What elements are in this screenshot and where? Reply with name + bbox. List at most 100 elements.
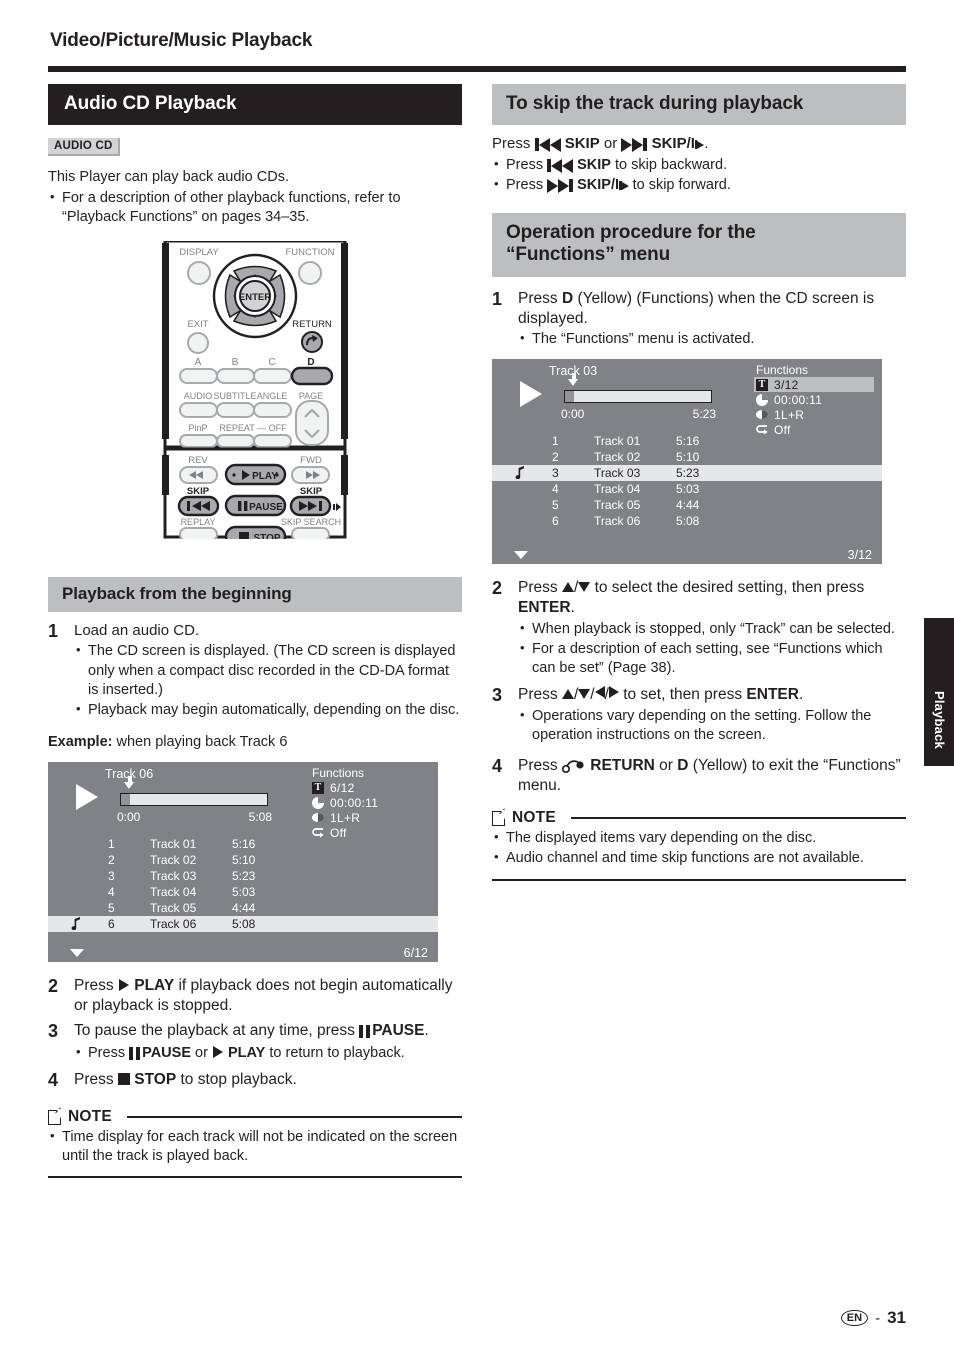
pause-icon: [129, 1045, 142, 1064]
button-label-enter: ENTER: [746, 686, 799, 704]
intro-bullet-list: For a description of other playback func…: [48, 188, 462, 227]
arrow-down-icon: [578, 582, 591, 593]
track-counter: 6/12: [403, 946, 428, 961]
track-row[interactable]: 5 Track 05 4:44: [492, 497, 882, 513]
subsection-title-playback-from-beginning: Playback from the beginning: [48, 577, 462, 613]
step-text-pre: To pause the playback at any time, press: [74, 1022, 355, 1040]
step-text-post: .: [424, 1022, 429, 1040]
track-row[interactable]: 5 Track 05 4:44: [48, 900, 438, 916]
track-number: 6: [108, 917, 115, 932]
pause-icon: [359, 1022, 372, 1042]
track-number: 5: [108, 901, 115, 916]
svg-text:C: C: [268, 357, 275, 368]
step-2: 2 Press / to select the desired setting,…: [492, 578, 906, 678]
track-row[interactable]: 1 Track 01 5:16: [492, 433, 882, 449]
function-row-track[interactable]: T 6/12: [310, 780, 430, 795]
list-item: The displayed items vary depending on th…: [492, 828, 906, 848]
step-text-or: or: [659, 756, 673, 774]
track-title: Track 01: [150, 837, 197, 852]
list-item: The “Functions” menu is activated.: [518, 329, 906, 349]
track-row-selected[interactable]: 6 Track 06 5:08: [48, 916, 438, 933]
step-text-mid: to select the desired setting, then pres…: [594, 579, 865, 597]
position-marker-arrow-icon: [568, 379, 578, 387]
elapsed-time: 0:00: [561, 407, 585, 422]
list-item: For a description of each setting, see “…: [518, 639, 906, 678]
audio-icon: [312, 813, 330, 823]
track-icon: T: [756, 378, 774, 391]
page-icon: [492, 810, 506, 826]
step-bullet-list: The CD screen is displayed. (The CD scre…: [74, 641, 462, 720]
button-label-stop: STOP: [134, 1071, 177, 1089]
list-item: Press SKIP/I to skip forward.: [492, 175, 906, 196]
track-row-selected[interactable]: 3 Track 03 5:23: [492, 465, 882, 482]
step-content: Load an audio CD. The CD screen is displ…: [74, 621, 462, 720]
step-3: 3 Press /// to set, then press ENTER. Op…: [492, 685, 906, 745]
audio-icon: [756, 410, 774, 420]
note-block: NOTE Time display for each track will no…: [48, 1108, 462, 1179]
track-duration: 5:10: [232, 853, 256, 868]
list-item: The CD screen is displayed. (The CD scre…: [74, 641, 462, 699]
track-row[interactable]: 2 Track 02 5:10: [48, 852, 438, 868]
step-text-post: .: [570, 599, 575, 616]
track-duration: 5:08: [676, 514, 700, 529]
svg-text:SKIP SEARCH: SKIP SEARCH: [281, 517, 341, 527]
track-title: Track 03: [150, 869, 197, 884]
progress-bar[interactable]: [120, 793, 268, 807]
badge-row: AUDIO CD: [48, 136, 462, 156]
function-value: 3/12: [774, 377, 799, 392]
step-number: 4: [492, 755, 503, 776]
step-text-line: Press / to select the desired setting, t…: [518, 579, 865, 616]
track-row[interactable]: 6 Track 06 5:08: [492, 513, 882, 529]
skip-bullet-list: Press SKIP to skip backward. Press SKIP/…: [492, 155, 906, 196]
header-divider: [48, 66, 906, 72]
function-row-time[interactable]: 00:00:11: [310, 795, 430, 810]
scroll-down-icon[interactable]: [514, 551, 528, 560]
step-number: 3: [48, 1021, 59, 1042]
track-row[interactable]: 1 Track 01 5:16: [48, 836, 438, 852]
step-1: 1 Load an audio CD. The CD screen is dis…: [48, 621, 462, 720]
step-number: 2: [48, 976, 59, 997]
total-time: 5:23: [692, 407, 716, 422]
function-value: 1: [774, 407, 781, 422]
button-label-skip: SKIP: [577, 156, 611, 173]
function-value-channel: L+R: [336, 810, 361, 825]
track-counter: 3/12: [847, 548, 872, 563]
step-content: Press /// to set, then press ENTER. Oper…: [518, 685, 906, 745]
skip-forward-icon: [547, 177, 574, 196]
svg-text:PLAY: PLAY: [252, 471, 278, 482]
cd-screen-mock-right: Track 03 0:00 5:23 Functions T 3/12 00:0…: [492, 359, 882, 565]
track-row[interactable]: 2 Track 02 5:10: [492, 449, 882, 465]
svg-text:REPEAT — OFF: REPEAT — OFF: [219, 423, 287, 433]
function-row-time[interactable]: 00:00:11: [754, 392, 874, 407]
progress-knob[interactable]: [121, 794, 130, 806]
track-row[interactable]: 4 Track 04 5:03: [492, 481, 882, 497]
skip-lead-line: Press SKIP or SKIP/I.: [492, 134, 906, 155]
track-row[interactable]: 3 Track 03 5:23: [48, 868, 438, 884]
step-1: 1 Press D (Yellow) (Functions) when the …: [492, 289, 906, 349]
function-row-audio[interactable]: 1 L+R: [310, 810, 430, 825]
step-text-pre: Press: [74, 977, 114, 995]
progress-knob[interactable]: [565, 391, 574, 403]
example-text: when playing back Track 6: [116, 733, 288, 750]
track-number: 6: [552, 514, 559, 529]
function-row-track-selected[interactable]: T 3/12: [754, 377, 874, 393]
lead-text-pre: Press: [492, 135, 531, 152]
function-row-audio[interactable]: 1 L+R: [754, 407, 874, 422]
track-duration: 4:44: [232, 901, 256, 916]
track-duration: 5:08: [232, 917, 256, 932]
svg-text:D: D: [307, 357, 314, 368]
track-title: Track 05: [150, 901, 197, 916]
footer-dash: -: [875, 1309, 881, 1327]
scroll-down-icon[interactable]: [70, 949, 84, 958]
track-row[interactable]: 4 Track 04 5:03: [48, 884, 438, 900]
intro-paragraph: This Player can play back audio CDs.: [48, 169, 289, 185]
step-text-post: to stop playback.: [180, 1071, 297, 1089]
button-label-play: PLAY: [228, 1045, 266, 1062]
note-label: NOTE: [512, 809, 556, 827]
subsection-title-functions-menu: Operation procedure for the “Functions” …: [492, 213, 906, 277]
manual-page: Video/Picture/Music Playback Audio CD Pl…: [0, 0, 954, 1354]
page-footer: EN - 31: [840, 1308, 906, 1328]
progress-bar[interactable]: [564, 390, 712, 404]
bullet-text-post: to skip backward.: [615, 156, 728, 173]
track-list: 1 Track 01 5:16 2 Track 02 5:10 3 Track …: [492, 433, 882, 529]
